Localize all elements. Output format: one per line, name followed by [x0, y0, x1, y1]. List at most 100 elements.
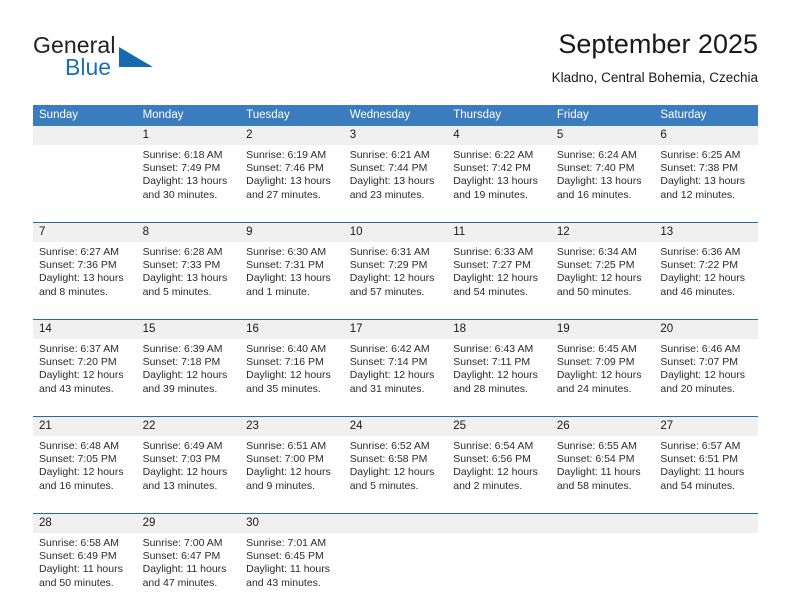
- day-cell[interactable]: Sunrise: 6:46 AM Sunset: 7:07 PM Dayligh…: [654, 339, 758, 417]
- daylight-text-line2: and 9 minutes.: [246, 479, 316, 492]
- daylight-text-line2: and 12 minutes.: [660, 188, 736, 201]
- day-number[interactable]: 5: [550, 126, 655, 145]
- daylight-text-line1: Daylight: 12 hours: [556, 272, 642, 285]
- day-cell[interactable]: Sunrise: 6:40 AM Sunset: 7:16 PM Dayligh…: [240, 339, 344, 417]
- day-number[interactable]: 16: [240, 319, 344, 339]
- day-number[interactable]: 7: [33, 222, 137, 242]
- day-cell[interactable]: [33, 145, 137, 223]
- daylight-text-line1: Daylight: 12 hours: [246, 369, 331, 382]
- day-cell[interactable]: Sunrise: 6:18 AM Sunset: 7:49 PM Dayligh…: [136, 145, 241, 223]
- day-number[interactable]: 13: [654, 222, 758, 242]
- day-number[interactable]: 30: [240, 513, 344, 533]
- sunset-text: Sunset: 7:16 PM: [246, 356, 324, 369]
- day-cell-empty: [550, 533, 655, 610]
- daylight-text-line2: and 8 minutes.: [39, 285, 108, 298]
- day-cell[interactable]: Sunrise: 6:27 AM Sunset: 7:36 PM Dayligh…: [33, 242, 137, 320]
- day-number[interactable]: 25: [447, 416, 551, 436]
- day-number[interactable]: 24: [343, 416, 448, 436]
- sunrise-text: Sunrise: 6:52 AM: [349, 440, 430, 452]
- day-cell[interactable]: Sunrise: 6:58 AM Sunset: 6:49 PM Dayligh…: [33, 533, 137, 610]
- day-number[interactable]: 15: [136, 319, 241, 339]
- daylight-text-line2: and 5 minutes.: [349, 479, 419, 492]
- day-cell[interactable]: Sunrise: 6:19 AM Sunset: 7:46 PM Dayligh…: [240, 145, 344, 223]
- day-number[interactable]: [33, 126, 137, 145]
- day-number[interactable]: 22: [136, 416, 241, 436]
- daylight-text-line2: and 43 minutes.: [39, 382, 114, 395]
- day-number[interactable]: 9: [240, 222, 344, 242]
- day-cell[interactable]: Sunrise: 6:30 AM Sunset: 7:31 PM Dayligh…: [240, 242, 344, 320]
- day-number[interactable]: 6: [654, 126, 758, 145]
- calendar-table: Sunday Monday Tuesday Wednesday Thursday…: [33, 105, 758, 610]
- daylight-text-line1: Daylight: 12 hours: [453, 272, 538, 285]
- week-4-daynumber-row: 21 22 23 24 25 26 27: [33, 416, 758, 436]
- daylight-text-line1: Daylight: 12 hours: [349, 272, 435, 285]
- day-number[interactable]: 21: [33, 416, 137, 436]
- day-cell[interactable]: Sunrise: 6:34 AM Sunset: 7:25 PM Dayligh…: [550, 242, 655, 320]
- day-number[interactable]: 11: [447, 222, 551, 242]
- day-cell[interactable]: Sunrise: 6:51 AM Sunset: 7:00 PM Dayligh…: [240, 436, 344, 514]
- day-cell[interactable]: Sunrise: 6:33 AM Sunset: 7:27 PM Dayligh…: [447, 242, 551, 320]
- day-cell[interactable]: Sunrise: 6:48 AM Sunset: 7:05 PM Dayligh…: [33, 436, 137, 514]
- day-cell[interactable]: Sunrise: 7:00 AM Sunset: 6:47 PM Dayligh…: [136, 533, 241, 610]
- day-cell[interactable]: Sunrise: 6:28 AM Sunset: 7:33 PM Dayligh…: [136, 242, 241, 320]
- day-cell[interactable]: Sunrise: 6:36 AM Sunset: 7:22 PM Dayligh…: [654, 242, 758, 320]
- triangle-flag-icon: [119, 47, 153, 67]
- day-cell[interactable]: Sunrise: 6:37 AM Sunset: 7:20 PM Dayligh…: [33, 339, 137, 417]
- day-number[interactable]: 1: [136, 126, 241, 145]
- day-cell[interactable]: Sunrise: 6:45 AM Sunset: 7:09 PM Dayligh…: [550, 339, 655, 417]
- day-number[interactable]: 14: [33, 319, 137, 339]
- sunset-text: Sunset: 7:09 PM: [556, 356, 635, 369]
- calendar-grid: Sunday Monday Tuesday Wednesday Thursday…: [33, 105, 758, 610]
- day-number[interactable]: 18: [447, 319, 551, 339]
- day-cell[interactable]: Sunrise: 6:22 AM Sunset: 7:42 PM Dayligh…: [447, 145, 551, 223]
- day-number[interactable]: 28: [33, 513, 137, 533]
- day-number[interactable]: 12: [550, 222, 655, 242]
- day-number[interactable]: 23: [240, 416, 344, 436]
- daylight-text-line1: Daylight: 13 hours: [349, 175, 435, 188]
- day-cell[interactable]: Sunrise: 6:31 AM Sunset: 7:29 PM Dayligh…: [343, 242, 448, 320]
- week-2-info-row: Sunrise: 6:27 AM Sunset: 7:36 PM Dayligh…: [33, 242, 758, 320]
- page-header: General Blue September 2025 Kladno, Cent…: [0, 0, 792, 85]
- day-number[interactable]: 4: [447, 126, 551, 145]
- day-cell[interactable]: Sunrise: 6:21 AM Sunset: 7:44 PM Dayligh…: [343, 145, 448, 223]
- day-number[interactable]: 17: [343, 319, 448, 339]
- daylight-text-line2: and 46 minutes.: [660, 285, 736, 298]
- daylight-text-line1: Daylight: 11 hours: [39, 563, 123, 576]
- sunset-text: Sunset: 7:05 PM: [39, 453, 117, 466]
- day-number[interactable]: 20: [654, 319, 758, 339]
- day-number[interactable]: 8: [136, 222, 241, 242]
- daylight-text-line1: Daylight: 11 hours: [556, 466, 641, 479]
- day-cell[interactable]: Sunrise: 6:52 AM Sunset: 6:58 PM Dayligh…: [343, 436, 448, 514]
- day-cell[interactable]: Sunrise: 6:54 AM Sunset: 6:56 PM Dayligh…: [447, 436, 551, 514]
- day-cell[interactable]: Sunrise: 6:57 AM Sunset: 6:51 PM Dayligh…: [654, 436, 758, 514]
- day-number[interactable]: 19: [550, 319, 655, 339]
- daylight-text-line2: and 58 minutes.: [556, 479, 632, 492]
- sunset-text: Sunset: 7:33 PM: [142, 259, 221, 272]
- daylight-text-line1: Daylight: 12 hours: [349, 466, 435, 479]
- day-cell[interactable]: Sunrise: 7:01 AM Sunset: 6:45 PM Dayligh…: [240, 533, 344, 610]
- day-number[interactable]: 3: [343, 126, 448, 145]
- weekday-header-tuesday: Tuesday: [240, 105, 344, 126]
- sunrise-text: Sunrise: 6:49 AM: [142, 440, 223, 452]
- sunset-text: Sunset: 7:18 PM: [142, 356, 221, 369]
- day-cell[interactable]: Sunrise: 6:49 AM Sunset: 7:03 PM Dayligh…: [136, 436, 241, 514]
- daylight-text-line2: and 13 minutes.: [142, 479, 218, 492]
- daylight-text-line1: Daylight: 13 hours: [556, 175, 642, 188]
- day-number[interactable]: 27: [654, 416, 758, 436]
- day-cell[interactable]: Sunrise: 6:55 AM Sunset: 6:54 PM Dayligh…: [550, 436, 655, 514]
- day-number[interactable]: 10: [343, 222, 448, 242]
- day-number[interactable]: 26: [550, 416, 655, 436]
- sunset-text: Sunset: 6:58 PM: [349, 453, 428, 466]
- day-number[interactable]: 2: [240, 126, 344, 145]
- day-cell[interactable]: Sunrise: 6:43 AM Sunset: 7:11 PM Dayligh…: [447, 339, 551, 417]
- sunrise-text: Sunrise: 6:21 AM: [349, 149, 430, 161]
- daylight-text-line1: Daylight: 12 hours: [39, 369, 124, 382]
- day-number[interactable]: 29: [136, 513, 241, 533]
- day-number: [654, 513, 758, 533]
- day-cell[interactable]: Sunrise: 6:24 AM Sunset: 7:40 PM Dayligh…: [550, 145, 655, 223]
- sunrise-text: Sunrise: 6:39 AM: [142, 343, 223, 355]
- day-cell[interactable]: Sunrise: 6:25 AM Sunset: 7:38 PM Dayligh…: [654, 145, 758, 223]
- general-blue-logo[interactable]: General Blue: [33, 33, 233, 85]
- day-cell[interactable]: Sunrise: 6:42 AM Sunset: 7:14 PM Dayligh…: [343, 339, 448, 417]
- day-cell[interactable]: Sunrise: 6:39 AM Sunset: 7:18 PM Dayligh…: [136, 339, 241, 417]
